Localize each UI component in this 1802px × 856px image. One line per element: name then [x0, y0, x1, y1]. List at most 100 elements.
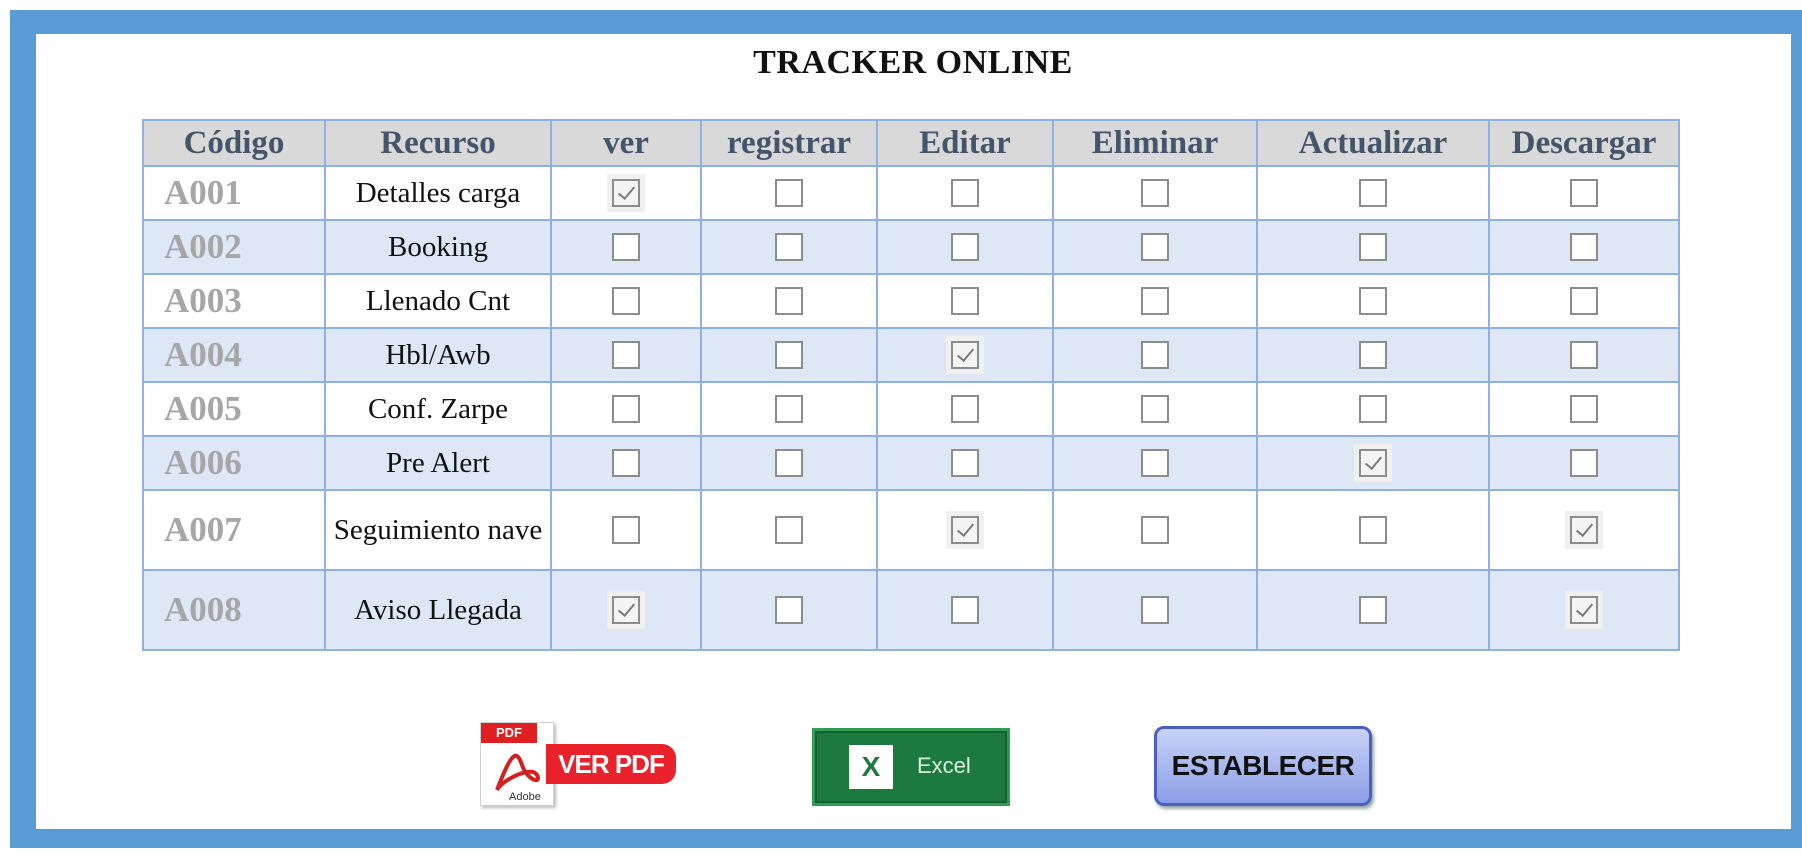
permission-checkbox[interactable] — [1359, 341, 1387, 369]
ver-pdf-button[interactable]: PDF Adobe VER PDF — [460, 716, 678, 806]
pdf-document-icon: PDF Adobe — [480, 722, 554, 806]
permission-checkbox[interactable] — [612, 516, 640, 544]
checkbox-wrapper — [1354, 228, 1392, 266]
permission-checkbox[interactable] — [612, 179, 640, 207]
checkbox-wrapper — [1354, 591, 1392, 629]
row-resource: Pre Alert — [324, 435, 552, 491]
permission-cell — [1488, 381, 1680, 437]
permission-checkbox[interactable] — [951, 596, 979, 624]
permission-checkbox[interactable] — [1570, 287, 1598, 315]
checkbox-wrapper — [1565, 511, 1603, 549]
ver-pdf-label: VER PDF — [546, 744, 676, 784]
checkbox-wrapper — [1565, 390, 1603, 428]
table-row: A001 Detalles carga — [142, 165, 1680, 221]
permission-cell — [1052, 165, 1258, 221]
permission-checkbox[interactable] — [1141, 516, 1169, 544]
row-code: A001 — [142, 165, 326, 221]
permission-checkbox[interactable] — [1570, 516, 1598, 544]
row-code: A002 — [142, 219, 326, 275]
header-codigo: Código — [142, 119, 326, 167]
permission-cell — [1256, 273, 1490, 329]
checkbox-wrapper — [770, 390, 808, 428]
checkbox-wrapper — [946, 591, 984, 629]
permission-checkbox[interactable] — [951, 287, 979, 315]
permission-checkbox[interactable] — [775, 179, 803, 207]
table-row: A003 Llenado Cnt — [142, 273, 1680, 329]
permission-checkbox[interactable] — [612, 287, 640, 315]
permission-checkbox[interactable] — [1359, 179, 1387, 207]
permission-cell — [1256, 569, 1490, 651]
permission-checkbox[interactable] — [1570, 395, 1598, 423]
permission-cell — [876, 165, 1054, 221]
table-row: A007 Seguimiento nave — [142, 489, 1680, 571]
permission-cell — [1052, 219, 1258, 275]
permission-checkbox[interactable] — [775, 341, 803, 369]
permission-checkbox[interactable] — [1570, 596, 1598, 624]
permission-cell — [700, 489, 878, 571]
excel-button[interactable]: X Excel — [812, 728, 1010, 806]
permission-checkbox[interactable] — [1141, 449, 1169, 477]
table-row: A005 Conf. Zarpe — [142, 381, 1680, 437]
permission-checkbox[interactable] — [1141, 596, 1169, 624]
permission-checkbox[interactable] — [1141, 287, 1169, 315]
permission-checkbox[interactable] — [1359, 395, 1387, 423]
checkbox-wrapper — [770, 228, 808, 266]
checkbox-wrapper — [1136, 390, 1174, 428]
permission-cell — [876, 327, 1054, 383]
permission-cell — [1256, 219, 1490, 275]
permission-checkbox[interactable] — [775, 287, 803, 315]
checkbox-wrapper — [1136, 174, 1174, 212]
checkbox-wrapper — [946, 282, 984, 320]
permission-checkbox[interactable] — [1359, 596, 1387, 624]
permission-checkbox[interactable] — [951, 179, 979, 207]
permission-checkbox[interactable] — [951, 516, 979, 544]
permission-checkbox[interactable] — [775, 233, 803, 261]
permission-checkbox[interactable] — [1141, 395, 1169, 423]
table-row: A008 Aviso Llegada — [142, 569, 1680, 651]
permission-checkbox[interactable] — [1359, 287, 1387, 315]
permission-checkbox[interactable] — [612, 233, 640, 261]
row-code: A003 — [142, 273, 326, 329]
permission-checkbox[interactable] — [775, 596, 803, 624]
permission-checkbox[interactable] — [951, 233, 979, 261]
permission-cell — [1052, 327, 1258, 383]
permission-checkbox[interactable] — [1570, 179, 1598, 207]
permission-cell — [700, 435, 878, 491]
permission-checkbox[interactable] — [1141, 341, 1169, 369]
permission-checkbox[interactable] — [1359, 233, 1387, 261]
permission-cell — [1488, 165, 1680, 221]
permission-checkbox[interactable] — [951, 341, 979, 369]
permission-checkbox[interactable] — [1359, 516, 1387, 544]
permission-checkbox[interactable] — [1570, 233, 1598, 261]
permission-checkbox[interactable] — [951, 395, 979, 423]
row-resource: Conf. Zarpe — [324, 381, 552, 437]
permission-checkbox[interactable] — [1359, 449, 1387, 477]
permission-checkbox[interactable] — [1141, 233, 1169, 261]
permission-cell — [876, 489, 1054, 571]
permission-checkbox[interactable] — [951, 449, 979, 477]
permission-checkbox[interactable] — [1141, 179, 1169, 207]
checkbox-wrapper — [1354, 444, 1392, 482]
checkbox-wrapper — [1136, 511, 1174, 549]
permission-checkbox[interactable] — [612, 449, 640, 477]
establecer-button[interactable]: ESTABLECER — [1154, 726, 1372, 806]
row-code: A008 — [142, 569, 326, 651]
permission-checkbox[interactable] — [612, 596, 640, 624]
permission-checkbox[interactable] — [775, 449, 803, 477]
permission-checkbox[interactable] — [775, 516, 803, 544]
permission-checkbox[interactable] — [775, 395, 803, 423]
row-resource: Llenado Cnt — [324, 273, 552, 329]
permission-checkbox[interactable] — [1570, 449, 1598, 477]
permission-cell — [1052, 435, 1258, 491]
row-code: A005 — [142, 381, 326, 437]
permission-checkbox[interactable] — [612, 341, 640, 369]
permission-cell — [876, 219, 1054, 275]
permission-checkbox[interactable] — [612, 395, 640, 423]
row-resource: Hbl/Awb — [324, 327, 552, 383]
table-row: A002 Booking — [142, 219, 1680, 275]
row-code: A007 — [142, 489, 326, 571]
checkbox-wrapper — [770, 444, 808, 482]
checkbox-wrapper — [607, 228, 645, 266]
checkbox-wrapper — [1565, 336, 1603, 374]
permission-checkbox[interactable] — [1570, 341, 1598, 369]
